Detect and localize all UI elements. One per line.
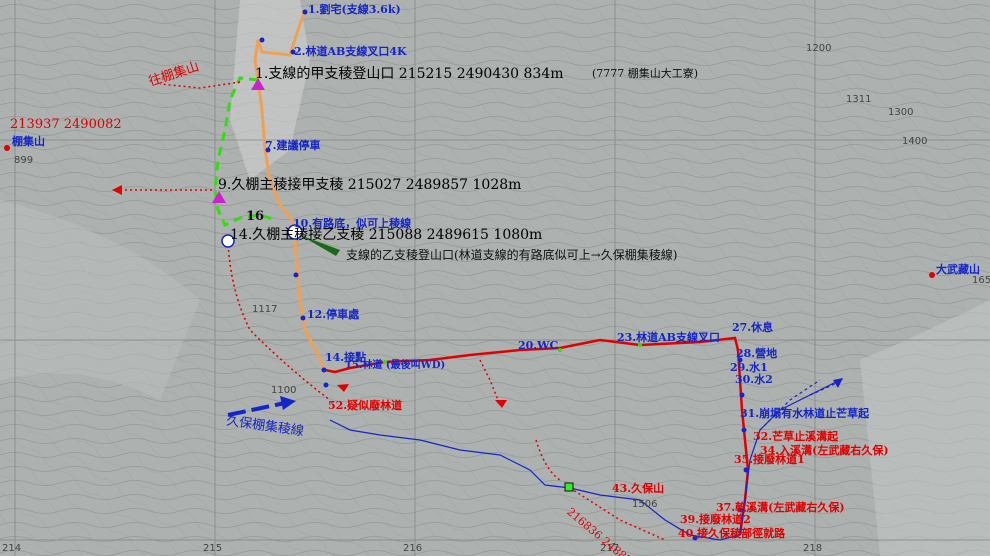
elev-1200: 1200: [806, 43, 832, 54]
grid-label-214: 214: [2, 543, 22, 554]
label-p32: 32.芒草止溪溝起: [753, 430, 839, 443]
label-p30: 30.水2: [735, 373, 773, 386]
label-p20: 20.WC: [518, 339, 559, 352]
label-p16: 16: [246, 209, 265, 224]
label-p9: 9.久棚主稜接甲支稜 215027 2489857 1028m: [218, 177, 522, 193]
label-p35: 35.接廢林道1: [734, 453, 805, 466]
label-pengji-coord: 213937 2490082: [10, 117, 122, 132]
elev-1311: 1311: [846, 94, 872, 105]
label-pengji: 棚集山: [12, 135, 45, 148]
label-p23: 23.林道AB支線叉口: [617, 331, 720, 344]
label-p29: 29.水1: [730, 361, 768, 374]
label-dawu: 大武藏山: [936, 263, 980, 276]
elev-1100: 1100: [271, 385, 297, 396]
label-p2: 2.林道AB支線叉口4K: [294, 45, 407, 58]
label-p12: 12.停車處: [307, 308, 360, 321]
label-p3: 1.支線的甲支稜登山口 215215 2490430 834m: [255, 66, 564, 82]
label-p14top: 14.久棚主稜接乙支稜 215088 2489615 1080m: [230, 227, 543, 243]
elev-1300: 1300: [888, 107, 914, 118]
label-p1: 1.劉宅(支線3.6k): [308, 3, 401, 16]
elev-899: 899: [14, 155, 34, 166]
label-p37: 37.乾溪溝(左武藏右久保): [716, 501, 845, 514]
elev-1506: 1506: [632, 499, 658, 510]
label-p27: 27.休息: [732, 321, 774, 334]
elev-1117: 1117: [252, 304, 278, 315]
label-branch-b: 支線的乙支稜登山口(林道支線的有路底似可上→久保棚集稜線): [346, 248, 678, 262]
topo-map[interactable]: 1.劉宅(支線3.6k) 2.林道AB支線叉口4K 1.支線的甲支稜登山口 21…: [0, 0, 990, 556]
label-p52: 52.疑似廢林道: [328, 399, 403, 412]
grid-label-217: 217: [600, 543, 620, 554]
grid-label-218: 218: [803, 543, 823, 554]
label-p43: 43.久保山: [612, 482, 665, 495]
elev-165: 165: [972, 275, 990, 286]
label-p15: 15.林道 (最後叫WD): [345, 360, 446, 371]
grid-label-215: 215: [203, 543, 223, 554]
square-marker-43: [564, 482, 574, 492]
label-p3b: (7777 棚集山大工寮): [592, 67, 699, 80]
map-canvas: [0, 0, 990, 556]
elev-1400: 1400: [902, 136, 928, 147]
label-p31: 31.崩塌有水林道止芒草起: [740, 407, 870, 420]
label-p40: 40.接久保稜部徑就路: [678, 527, 786, 540]
label-p7: 7.建議停車: [265, 139, 321, 152]
label-p39: 39.接廢林道2: [680, 513, 751, 526]
grid-label-216: 216: [403, 543, 423, 554]
label-p28: 28.營地: [736, 347, 778, 360]
